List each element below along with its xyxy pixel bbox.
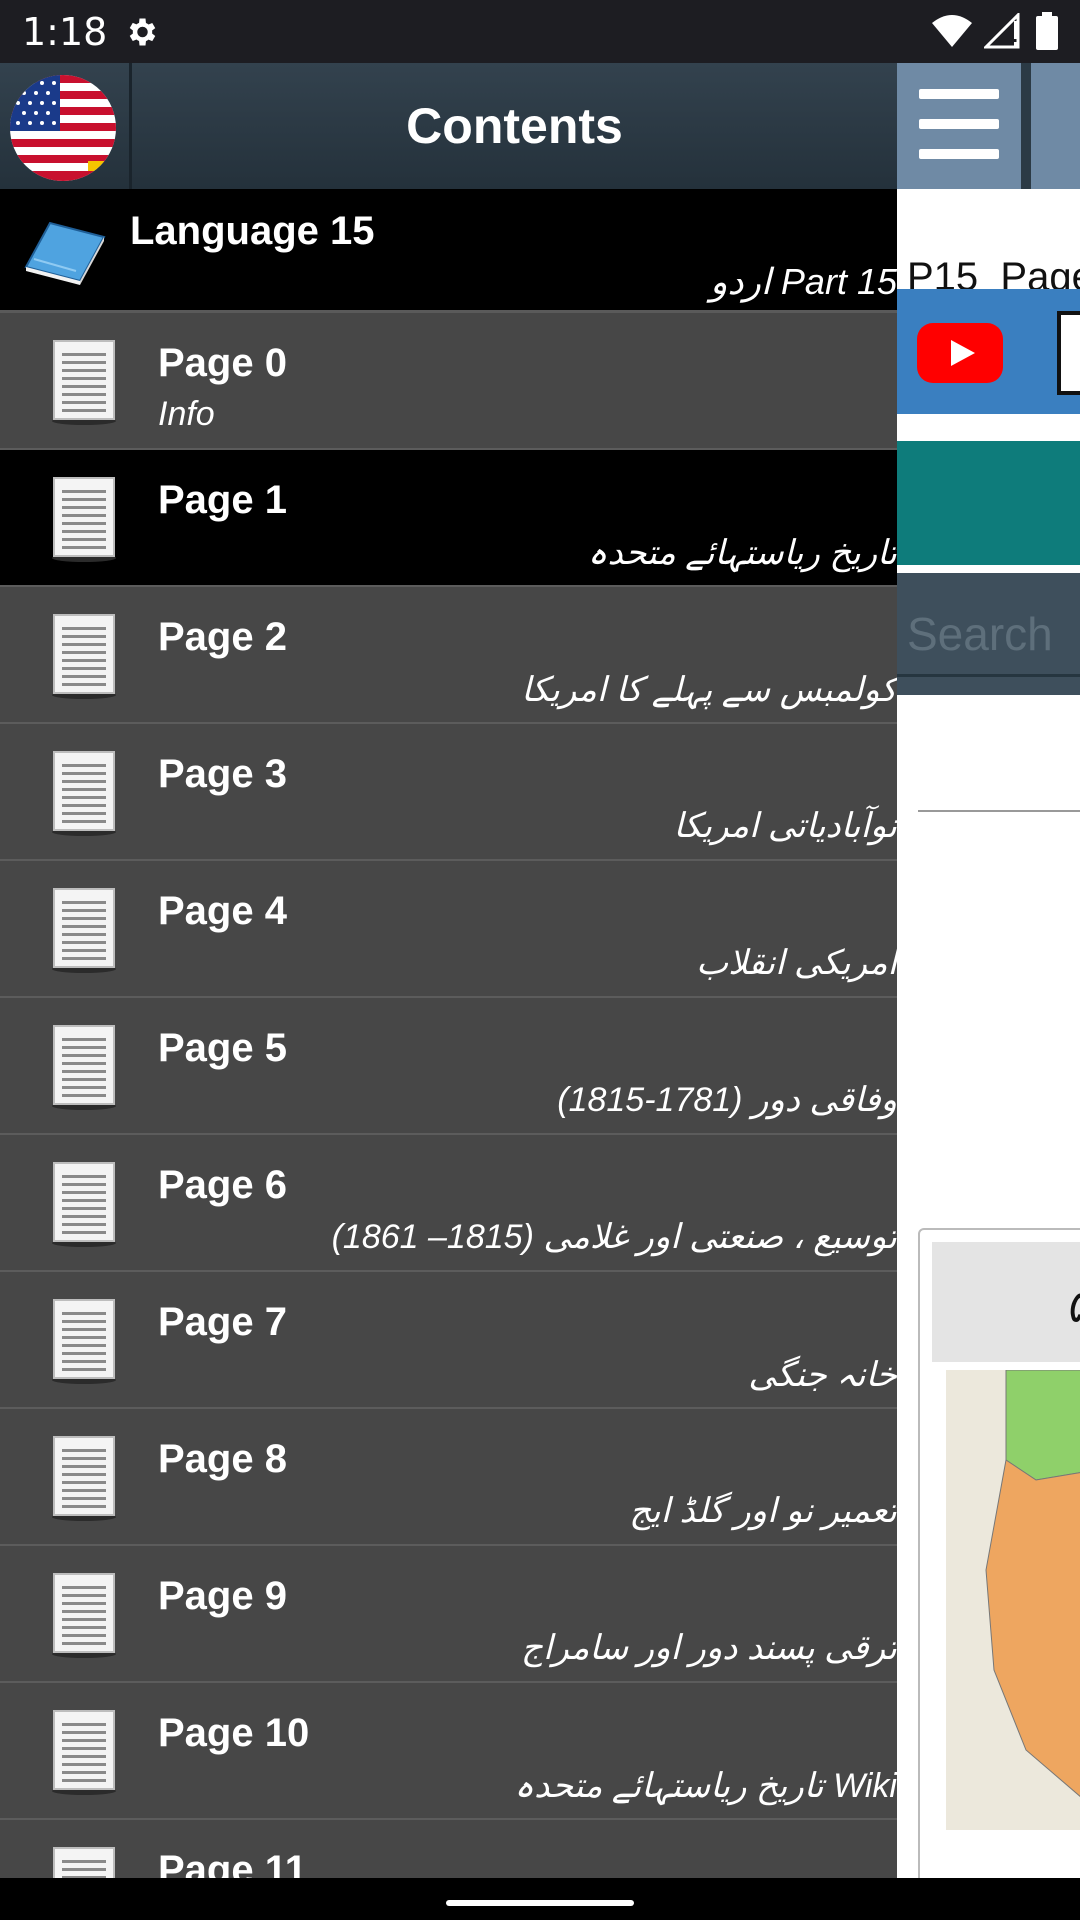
page-document-icon — [52, 1299, 116, 1384]
drawer-header: Contents — [0, 63, 897, 189]
page-list-item[interactable]: Page 9 ترقی پسند دور اور سامراج — [0, 1546, 897, 1683]
page-list-item[interactable]: Page 2 کولمبس سے پہلے کا امریکا — [0, 587, 897, 724]
settings-gear-icon — [130, 18, 156, 45]
search-input[interactable]: Search — [897, 587, 1080, 677]
teal-banner — [897, 441, 1080, 565]
page-subtitle: کولمبس سے پہلے کا امریکا — [521, 671, 897, 709]
media-bar — [897, 289, 1080, 414]
card-heading: ۵ — [932, 1242, 1080, 1362]
page-subtitle: تاریخ ریاستہائے متحدہ — [587, 534, 897, 572]
page-document-icon — [52, 1436, 116, 1521]
page-document-icon — [52, 477, 116, 562]
content-card: ۵ — [918, 1228, 1080, 1878]
page-document-icon — [52, 1573, 116, 1658]
us-flag-icon — [10, 75, 116, 181]
page-title: Page 11 — [158, 1848, 308, 1878]
toolbar-button[interactable] — [1031, 63, 1080, 189]
book-header-item[interactable]: Language 15 اردو Part 15 — [0, 189, 897, 313]
home-gesture-handle[interactable] — [446, 1900, 634, 1906]
page-document-icon — [52, 340, 116, 425]
page-title: Page 8 — [158, 1437, 287, 1481]
page-title: Page 1 — [158, 478, 287, 522]
hamburger-line — [919, 89, 999, 99]
page-subtitle: ترقی پسند دور اور سامراج — [521, 1629, 897, 1667]
page-title: Page 0 — [158, 341, 287, 385]
page-document-icon — [52, 1710, 116, 1795]
page-list-item[interactable]: Page 0 Info — [0, 313, 897, 450]
navigation-bar — [0, 1878, 1080, 1920]
wifi-icon — [932, 15, 972, 47]
hamburger-line — [919, 119, 999, 129]
map-image — [946, 1370, 1080, 1830]
status-icons — [932, 12, 1058, 50]
page-title: P15_Page — [897, 189, 1080, 297]
signal-icon — [984, 13, 1020, 49]
page-list-item[interactable]: Page 11 — [0, 1820, 897, 1878]
page-title: Page 5 — [158, 1026, 287, 1070]
background-toolbar — [897, 63, 1080, 189]
page-list-item[interactable]: Page 4 امریکی انقلاب — [0, 861, 897, 998]
page-list: Page 0 Info Page 1 تاریخ ریاستہائے متحدہ Pag… — [0, 313, 897, 1878]
status-bar: 1:18 — [0, 0, 1080, 63]
book-subtitle: اردو Part 15 — [710, 261, 897, 302]
page-title: Page 7 — [158, 1300, 287, 1344]
page-list-item[interactable]: Page 8 تعمیر نو اور گلڈ ایج — [0, 1409, 897, 1546]
page-title: Page 4 — [158, 889, 287, 933]
book-icon — [24, 221, 106, 285]
battery-icon — [1036, 12, 1058, 50]
language-flag-button[interactable] — [0, 63, 132, 189]
page-list-item[interactable]: Page 10 تاریخ ریاستہائے متحدہ Wiki — [0, 1683, 897, 1820]
book-title: Language 15 — [130, 209, 375, 253]
page-subtitle: Info — [158, 395, 215, 433]
page-list-item[interactable]: Page 3 نوآبادیاتی امریکا — [0, 724, 897, 861]
document-icon[interactable] — [1057, 311, 1080, 395]
page-list-item[interactable]: Page 7 خانہ جنگی — [0, 1272, 897, 1409]
hamburger-menu-button[interactable] — [897, 63, 1025, 189]
drawer-title: Contents — [406, 98, 623, 154]
page-list-item[interactable]: Page 1 تاریخ ریاستہائے متحدہ — [0, 450, 897, 587]
page-title: Page 10 — [158, 1711, 310, 1755]
page-title: Page 6 — [158, 1163, 287, 1207]
page-subtitle: نوآبادیاتی امریکا — [673, 807, 897, 845]
page-subtitle: امریکی انقلاب — [696, 944, 897, 982]
background-app: P15_Page Search ۵ — [897, 63, 1080, 1878]
status-time: 1:18 — [22, 9, 108, 54]
contents-drawer: Contents Language 15 اردو Part 15 Page 0… — [0, 63, 897, 1878]
page-document-icon — [52, 1162, 116, 1247]
page-title: Page 9 — [158, 1574, 287, 1618]
page-list-item[interactable]: Page 5 وفاقی دور (1781-1815) — [0, 998, 897, 1135]
page-subtitle: وفاقی دور (1781-1815) — [557, 1081, 897, 1119]
page-subtitle: تعمیر نو اور گلڈ ایج — [629, 1492, 897, 1530]
page-subtitle: خانہ جنگی — [748, 1356, 897, 1394]
page-subtitle: تاریخ ریاستہائے متحدہ Wiki — [514, 1767, 897, 1805]
page-document-icon — [52, 888, 116, 973]
page-document-icon — [52, 614, 116, 699]
page-title: Page 2 — [158, 615, 287, 659]
page-subtitle: توسیع ، صنعتی اور غلامی (1815– 1861) — [331, 1218, 897, 1256]
page-document-icon — [52, 1025, 116, 1110]
hamburger-line — [919, 149, 999, 159]
divider — [918, 810, 1080, 812]
page-document-icon — [53, 1847, 115, 1878]
page-list-item[interactable]: Page 6 توسیع ، صنعتی اور غلامی (1815– 186… — [0, 1135, 897, 1272]
search-bar: Search — [897, 573, 1080, 695]
page-title: Page 3 — [158, 752, 287, 796]
youtube-icon[interactable] — [917, 323, 1003, 383]
page-document-icon — [52, 751, 116, 836]
